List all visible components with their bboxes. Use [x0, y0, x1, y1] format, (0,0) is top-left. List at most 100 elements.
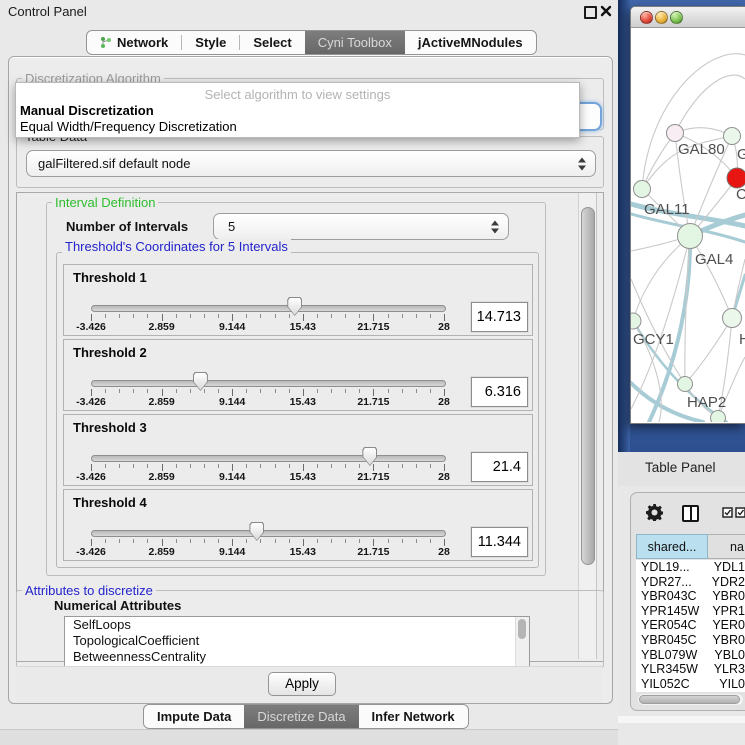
slider-thumb[interactable]	[249, 522, 264, 541]
network-node[interactable]	[711, 411, 726, 423]
slider-tick	[444, 539, 445, 546]
table-column-name[interactable]: na	[708, 534, 745, 559]
threshold-label: Threshold 1	[73, 270, 147, 285]
tab-cyni-toolbox[interactable]: Cyni Toolbox	[305, 31, 405, 54]
list-item[interactable]: BetweennessCentrality	[65, 649, 529, 665]
zoom-traffic-light-icon[interactable]	[670, 11, 683, 24]
list-item[interactable]: SelfLoops	[65, 617, 529, 633]
tab-label: Impute Data	[157, 705, 231, 728]
checkbox-icon[interactable]	[722, 507, 733, 518]
table-row[interactable]: YBR045CYBR0	[636, 633, 745, 648]
close-icon[interactable]	[600, 5, 612, 17]
table-row[interactable]: YBR043CYBR0	[636, 589, 745, 604]
table-column-shared-name[interactable]: shared...	[636, 534, 708, 559]
threshold-value-field[interactable]: 21.4	[471, 452, 528, 482]
table-row[interactable]: YPR145WYPR1	[636, 604, 745, 619]
split-columns-icon[interactable]	[682, 505, 699, 522]
statusbar-strip	[0, 729, 618, 745]
threshold-value-field[interactable]: 11.344	[471, 527, 528, 557]
table-row[interactable]: YDL19...YDL1	[636, 560, 745, 575]
network-node-gal4[interactable]	[678, 224, 703, 249]
slider-tick-label: 9.144	[219, 396, 245, 408]
network-node-gcy1[interactable]	[631, 313, 641, 329]
network-node-c[interactable]	[727, 168, 745, 188]
slider-tick	[260, 464, 261, 468]
network-window-titlebar[interactable]	[631, 7, 745, 28]
table-row[interactable]: YIL052CYIL0	[636, 677, 745, 692]
slider-tick	[147, 314, 148, 318]
network-node-gal11[interactable]	[634, 181, 651, 198]
slider-thumb[interactable]	[362, 447, 377, 466]
slider-tick	[373, 314, 374, 321]
threshold-slider-track[interactable]	[91, 455, 446, 462]
network-node-gal80[interactable]	[667, 125, 684, 142]
list-scrollbar-track[interactable]	[515, 617, 529, 667]
network-node-hap2[interactable]	[678, 377, 693, 392]
network-canvas[interactable]: GAL80GACGAL11GAL4GCY1HHAP2	[631, 28, 745, 422]
tab-impute-data[interactable]: Impute Data	[144, 705, 244, 728]
slider-thumb[interactable]	[193, 372, 208, 391]
threshold-value-field[interactable]: 14.713	[471, 302, 528, 332]
threshold-value-field[interactable]: 6.316	[471, 377, 528, 407]
table-row[interactable]: YBL079WYBL0	[636, 648, 745, 663]
table-header: shared... na	[636, 534, 745, 559]
slider-tick	[345, 389, 346, 393]
numerical-attributes-list[interactable]: SelfLoopsTopologicalCoefficientBetweenne…	[64, 616, 530, 668]
slider-tick-label: -3.426	[76, 321, 106, 333]
network-node-ga[interactable]	[724, 128, 741, 145]
slider-tick-label: 28	[438, 321, 450, 333]
minimize-traffic-light-icon[interactable]	[655, 11, 668, 24]
close-traffic-light-icon[interactable]	[640, 11, 653, 24]
slider-thumb-face	[363, 448, 376, 465]
threshold-slider-track[interactable]	[91, 305, 446, 312]
slider-tick	[246, 389, 247, 393]
float-window-icon[interactable]	[584, 6, 597, 19]
threshold-slider-track[interactable]	[91, 530, 446, 537]
slider-tick	[289, 314, 290, 318]
slider-tick	[147, 539, 148, 543]
tab-label: Cyni Toolbox	[318, 31, 392, 54]
horizontal-scrollbar-track[interactable]	[638, 694, 743, 705]
slider-tick	[218, 464, 219, 468]
table-row[interactable]: YDR27...YDR2	[636, 575, 745, 590]
table-row[interactable]: YLR345WYLR3	[636, 662, 745, 677]
slider-tick-label: 21.715	[357, 471, 389, 483]
tab-infer-network[interactable]: Infer Network	[359, 705, 468, 728]
network-node-h[interactable]	[723, 309, 742, 328]
table-row[interactable]: YER054CYER0	[636, 618, 745, 633]
algorithm-option-manual[interactable]: Manual Discretization	[20, 103, 154, 118]
slider-tick	[275, 389, 276, 393]
table-data-combobox[interactable]: galFiltered.sif default node	[26, 150, 596, 177]
slider-tick	[176, 389, 177, 393]
tab-jactivemnodules[interactable]: jActiveMNodules	[405, 31, 536, 54]
tab-network[interactable]: Network	[87, 31, 181, 54]
slider-tick-label: -3.426	[76, 471, 106, 483]
slider-tick-label: 2.859	[148, 471, 174, 483]
threshold-slider-track[interactable]	[91, 380, 446, 387]
slider-tick	[105, 389, 106, 393]
table-cell-name: YDL1	[703, 560, 745, 575]
table-cell-shared-name: YDR27...	[636, 575, 701, 590]
apply-button[interactable]: Apply	[268, 672, 336, 696]
slider-tick	[176, 539, 177, 543]
tab-select[interactable]: Select	[240, 31, 304, 54]
checkbox-icon[interactable]	[735, 507, 745, 518]
slider-tick	[444, 464, 445, 471]
slider-tick	[147, 389, 148, 393]
vertical-scrollbar-thumb[interactable]	[581, 207, 595, 565]
slider-tick	[402, 314, 403, 318]
gear-icon[interactable]	[646, 504, 663, 521]
horizontal-scrollbar-thumb[interactable]	[639, 695, 740, 704]
slider-tick	[430, 314, 431, 318]
slider-tick	[388, 539, 389, 543]
tab-discretize-data[interactable]: Discretize Data	[244, 705, 358, 728]
slider-tick-label: -3.426	[76, 546, 106, 558]
slider-tick	[289, 464, 290, 468]
tab-style[interactable]: Style	[182, 31, 239, 54]
number-of-intervals-combobox[interactable]: 5	[213, 213, 509, 240]
list-scrollbar-thumb[interactable]	[518, 619, 526, 639]
list-item[interactable]: TopologicalCoefficient	[65, 633, 529, 649]
table-rows: YDL19...YDL1YDR27...YDR2YBR043CYBR0YPR14…	[636, 560, 745, 692]
algorithm-option-equal-width[interactable]: Equal Width/Frequency Discretization	[20, 119, 237, 134]
network-view-window[interactable]: GAL80GACGAL11GAL4GCY1HHAP2	[630, 6, 745, 424]
